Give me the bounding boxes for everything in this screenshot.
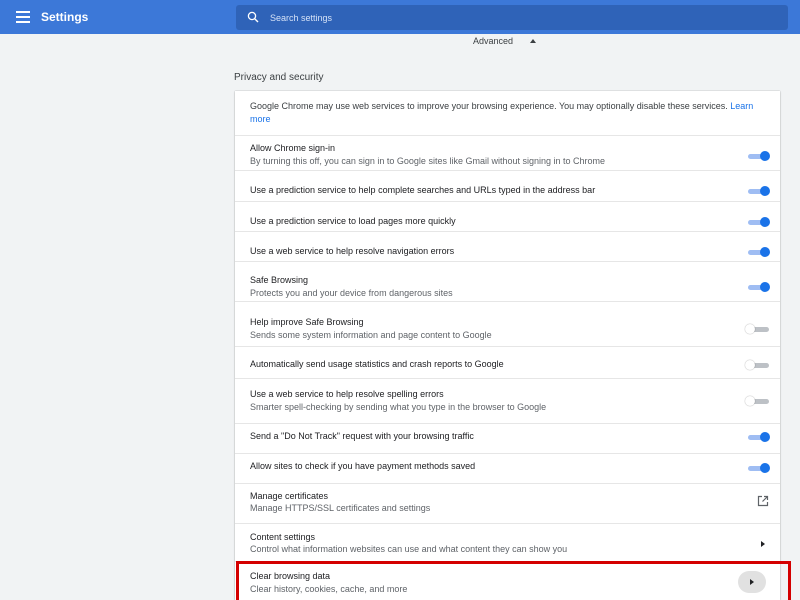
setting-label: Manage certificates bbox=[250, 491, 329, 501]
open-in-new-icon[interactable] bbox=[757, 495, 769, 507]
setting-label: Help improve Safe Browsing bbox=[250, 317, 364, 327]
setting-description: Sends some system information and page c… bbox=[250, 330, 492, 340]
setting-label: Content settings bbox=[250, 532, 316, 542]
search-input[interactable] bbox=[270, 5, 770, 30]
setting-label: Use a prediction service to load pages m… bbox=[250, 216, 456, 226]
highlight-annotation-box bbox=[236, 561, 791, 600]
setting-label: Use a web service to help resolve naviga… bbox=[250, 246, 455, 256]
toggle-switch-on[interactable] bbox=[745, 432, 771, 442]
setting-label: Allow sites to check if you have payment… bbox=[250, 461, 476, 471]
top-app-bar: Settings bbox=[0, 0, 800, 34]
setting-label: Automatically send usage statistics and … bbox=[250, 359, 504, 369]
toggle-switch-off[interactable] bbox=[745, 324, 771, 334]
search-icon bbox=[247, 11, 259, 23]
chevron-up-icon bbox=[530, 39, 537, 43]
toggle-switch-on[interactable] bbox=[745, 186, 771, 196]
setting-label: Use a web service to help resolve spelli… bbox=[250, 389, 444, 399]
toggle-switch-off[interactable] bbox=[745, 396, 771, 406]
toggle-switch-off[interactable] bbox=[745, 360, 771, 370]
setting-row-allow-chrome-sign-in[interactable]: Allow Chrome sign-in By turning this off… bbox=[235, 135, 780, 170]
privacy-settings-card: Google Chrome may use web services to im… bbox=[235, 91, 780, 600]
clear-browsing-data-arrow-button[interactable] bbox=[738, 571, 766, 593]
setting-label: Safe Browsing bbox=[250, 275, 309, 285]
intro-text: Google Chrome may use web services to im… bbox=[250, 101, 728, 111]
advanced-label: Advanced bbox=[473, 36, 514, 46]
toggle-switch-on[interactable] bbox=[745, 217, 771, 227]
setting-row-safe-browsing[interactable]: Safe Browsing Protects you and your devi… bbox=[235, 261, 780, 301]
section-title: Privacy and security bbox=[234, 72, 324, 83]
toggle-switch-on[interactable] bbox=[745, 247, 771, 257]
toggle-switch-on[interactable] bbox=[745, 151, 771, 161]
setting-description: Control what information websites can us… bbox=[250, 544, 568, 554]
page-title: Settings bbox=[41, 10, 89, 24]
toggle-switch-on[interactable] bbox=[745, 463, 771, 473]
setting-row-spelling-service[interactable]: Use a web service to help resolve spelli… bbox=[235, 378, 780, 423]
menu-icon[interactable] bbox=[16, 11, 30, 23]
advanced-toggle[interactable]: Advanced bbox=[473, 36, 537, 46]
setting-label: Allow Chrome sign-in bbox=[250, 143, 336, 153]
search-box[interactable] bbox=[236, 5, 788, 30]
setting-row-do-not-track[interactable]: Send a "Do Not Track" request with your … bbox=[235, 423, 780, 453]
setting-row-navigation-errors[interactable]: Use a web service to help resolve naviga… bbox=[235, 231, 780, 261]
setting-description: Smarter spell-checking by sending what y… bbox=[250, 402, 547, 412]
intro-text-block: Google Chrome may use web services to im… bbox=[250, 100, 770, 126]
setting-description: Manage HTTPS/SSL certificates and settin… bbox=[250, 503, 431, 513]
setting-row-usage-statistics[interactable]: Automatically send usage statistics and … bbox=[235, 346, 780, 378]
arrow-right-icon[interactable] bbox=[761, 541, 765, 547]
setting-description: By turning this off, you can sign in to … bbox=[250, 156, 606, 166]
setting-row-content-settings[interactable]: Content settings Control what informatio… bbox=[235, 523, 780, 561]
setting-row-search-prediction[interactable]: Use a prediction service to help complet… bbox=[235, 170, 780, 201]
arrow-right-icon bbox=[750, 579, 754, 585]
setting-description: Protects you and your device from danger… bbox=[250, 288, 453, 298]
setting-row-manage-certificates[interactable]: Manage certificates Manage HTTPS/SSL cer… bbox=[235, 483, 780, 523]
setting-label: Use a prediction service to help complet… bbox=[250, 185, 596, 195]
setting-row-page-preload[interactable]: Use a prediction service to load pages m… bbox=[235, 201, 780, 231]
setting-row-improve-safe-browsing[interactable]: Help improve Safe Browsing Sends some sy… bbox=[235, 301, 780, 346]
setting-label: Send a "Do Not Track" request with your … bbox=[250, 431, 474, 441]
setting-row-payment-methods[interactable]: Allow sites to check if you have payment… bbox=[235, 453, 780, 483]
toggle-switch-on[interactable] bbox=[745, 282, 771, 292]
